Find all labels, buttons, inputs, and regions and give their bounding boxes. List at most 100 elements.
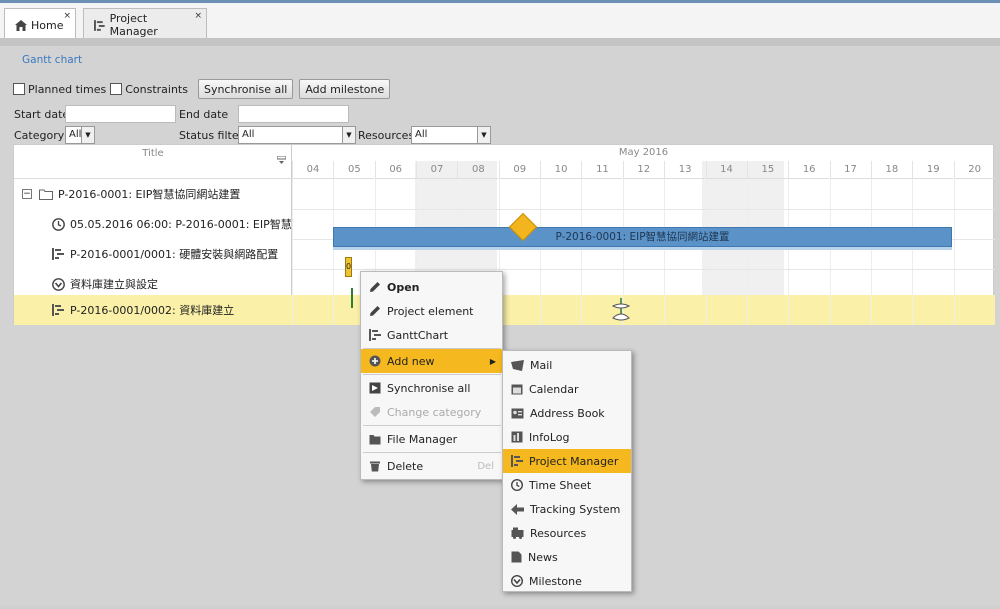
planned-times-label: Planned times: [28, 82, 107, 96]
submenu-item-news[interactable]: News: [503, 545, 631, 569]
tab-home-label: Home: [31, 18, 64, 32]
menu-item-add-new[interactable]: Add new ▶: [361, 349, 502, 373]
category-label: Category: [14, 129, 65, 142]
title-column: Title − P-2016-0001: EIP智慧協同網站建置 05.05.2…: [14, 145, 292, 325]
submenu-item-resources[interactable]: Resources: [503, 521, 631, 545]
add-milestone-button[interactable]: Add milestone: [299, 79, 391, 99]
submenu-item-milestone[interactable]: Milestone: [503, 569, 631, 593]
grid-line: [746, 179, 748, 325]
timeline-day: 15: [746, 161, 788, 179]
tree-row-subproject-selected[interactable]: P-2016-0001/0002: 資料庫建立: [14, 295, 292, 325]
drag-cursor-icon: [611, 298, 631, 321]
grid-line: [581, 179, 583, 325]
tree-row-project[interactable]: − P-2016-0001: EIP智慧協同網站建置: [14, 179, 292, 209]
menu-item-delete[interactable]: Delete Del: [361, 454, 502, 478]
menu-item-label: Address Book: [530, 406, 605, 420]
planned-times-checkbox[interactable]: [13, 83, 25, 95]
tree-row-label: P-2016-0001/0002: 資料庫建立: [70, 304, 235, 317]
submenu-item-time-sheet[interactable]: Time Sheet: [503, 473, 631, 497]
grid-line: [870, 179, 872, 325]
menu-item-synchronise-all[interactable]: Synchronise all: [361, 376, 502, 400]
timeline-day: 04: [292, 161, 333, 179]
tree-row-event[interactable]: 05.05.2016 06:00: P-2016-0001: EIP智慧: [14, 209, 292, 239]
news-icon: [511, 551, 522, 563]
gantt-icon: [94, 19, 105, 31]
column-select-icon[interactable]: [277, 156, 286, 164]
timeline-day: 17: [829, 161, 871, 179]
pencil-icon: [370, 282, 380, 292]
tracking-icon: [511, 503, 524, 515]
resources-icon: [511, 527, 524, 539]
context-menu: Open Project element GanttChart Add new …: [360, 271, 503, 480]
menu-item-open[interactable]: Open: [361, 275, 502, 299]
event-bar[interactable]: 0: [345, 257, 352, 277]
timeline-day: 19: [912, 161, 954, 179]
shortcut-hint: Del: [477, 460, 494, 472]
menu-item-label: Milestone: [529, 574, 582, 588]
clock-icon: [511, 479, 523, 491]
submenu-item-mail[interactable]: Mail: [503, 353, 631, 377]
tree-row-subproject[interactable]: P-2016-0001/0001: 硬體安裝與網路配置: [14, 239, 292, 269]
timeline-month: May 2016: [618, 147, 669, 158]
chevron-down-icon: ▼: [477, 127, 490, 143]
pencil-icon: [370, 306, 380, 316]
gantt-chart: Title − P-2016-0001: EIP智慧協同網站建置 05.05.2…: [13, 144, 995, 325]
chevron-down-icon: ▼: [81, 127, 94, 143]
submenu-item-address-book[interactable]: Address Book: [503, 401, 631, 425]
resources-label: Resources: [358, 129, 415, 142]
menu-item-label: Calendar: [529, 382, 579, 396]
timeline-day: 13: [664, 161, 706, 179]
constraints-checkbox[interactable]: [110, 83, 123, 95]
menu-item-ganttchart[interactable]: GanttChart: [361, 323, 502, 347]
tab-project-manager[interactable]: Project Manager ×: [83, 8, 207, 41]
start-date-input[interactable]: [65, 105, 176, 123]
mail-icon: [511, 359, 524, 371]
grid-line: [912, 179, 914, 325]
infolog-icon: [511, 431, 523, 443]
gantt-icon: [511, 455, 523, 467]
breadcrumb[interactable]: Gantt chart: [22, 54, 82, 66]
gantt-icon: [369, 329, 381, 341]
menu-item-project-element[interactable]: Project element: [361, 299, 502, 323]
tree-row-label: 資料庫建立與設定: [70, 278, 158, 291]
close-icon[interactable]: ×: [63, 11, 71, 21]
project-bar[interactable]: P-2016-0001: EIP智慧協同網站建置: [333, 227, 952, 247]
tab-bar: Home × Project Manager ×: [0, 0, 1000, 41]
menu-item-label: Project Manager: [529, 454, 619, 468]
submenu-item-tracking-system[interactable]: Tracking System: [503, 497, 631, 521]
tree-row-label: P-2016-0001: EIP智慧協同網站建置: [58, 188, 241, 201]
close-icon[interactable]: ×: [194, 11, 202, 21]
gantt-icon: [52, 248, 64, 260]
address-book-icon: [511, 408, 524, 418]
synchronise-all-button[interactable]: Synchronise all: [197, 79, 294, 99]
end-date-input[interactable]: [238, 105, 349, 123]
submenu-item-calendar[interactable]: Calendar: [503, 377, 631, 401]
grid-line: [953, 179, 955, 325]
submenu-item-project-manager[interactable]: Project Manager: [503, 449, 631, 473]
title-header: Title: [14, 145, 292, 179]
resources-select[interactable]: All ▼: [411, 126, 491, 144]
timeline-day: 09: [498, 161, 540, 179]
subproject-bar[interactable]: [351, 288, 353, 308]
milestone-icon: [52, 277, 65, 291]
timeline-day: 18: [870, 161, 912, 179]
timeline-day: 12: [622, 161, 664, 179]
expand-toggle[interactable]: −: [22, 189, 32, 199]
timeline-day: 05: [333, 161, 375, 179]
add-circle-icon: [369, 355, 381, 367]
row-divider: [292, 209, 995, 210]
submenu-item-infolog[interactable]: InfoLog: [503, 425, 631, 449]
menu-separator: [363, 452, 501, 453]
toolbar: Planned times Constraints Synchronise al…: [13, 79, 391, 99]
category-select[interactable]: All ▼: [65, 126, 95, 144]
menu-item-file-manager[interactable]: File Manager: [361, 427, 502, 451]
menu-item-label: News: [528, 550, 558, 564]
status-filter-select[interactable]: All ▼: [238, 126, 356, 144]
calendar-icon: [511, 384, 523, 395]
menu-item-label: Mail: [530, 358, 553, 372]
grid-line: [664, 179, 666, 325]
trash-icon: [370, 461, 380, 472]
tab-home[interactable]: Home ×: [4, 8, 76, 41]
menu-separator: [363, 425, 501, 426]
menu-item-label: Resources: [530, 526, 587, 540]
